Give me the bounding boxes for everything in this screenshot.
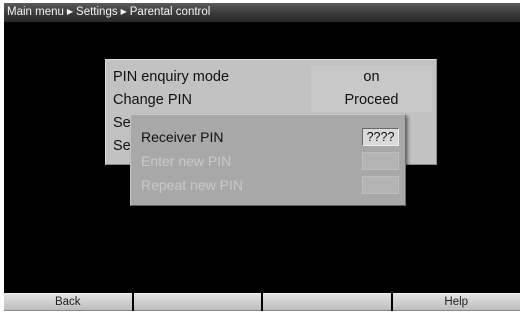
receiver-pin-row: Receiver PIN ???? [131,126,405,148]
breadcrumb-separator-icon: ▶ [66,7,74,16]
change-pin-dialog: Receiver PIN ???? Enter new PIN Repeat n… [130,114,406,206]
menu-item-value[interactable]: Proceed [311,89,432,112]
menu-item-value[interactable]: on [311,66,432,89]
breadcrumb-parental-control: Parental control [129,6,211,18]
menu-item-change-pin[interactable]: Change PIN Proceed [106,89,436,112]
menu-item-label: Se [113,115,131,131]
enter-new-pin-input [362,152,399,170]
tv-screen: Main menu ▶ Settings ▶ Parental control PIN … [4,3,520,311]
help-button[interactable]: Help [392,293,520,311]
repeat-new-pin-input [362,176,399,194]
breadcrumb: Main menu ▶ Settings ▶ Parental control [4,3,520,22]
enter-new-pin-row: Enter new PIN [131,150,405,172]
function-key-bar: Back Help [4,293,520,311]
receiver-pin-input[interactable]: ???? [362,128,399,146]
menu-item-pin-enquiry-mode[interactable]: PIN enquiry mode on [106,66,436,89]
breadcrumb-separator-icon: ▶ [120,7,127,16]
receiver-pin-label: Receiver PIN [141,129,224,145]
menu-item-label: Change PIN [113,92,192,108]
function-button-3[interactable] [263,293,391,311]
enter-new-pin-label: Enter new PIN [141,153,232,169]
back-button[interactable]: Back [4,293,132,311]
menu-item-label: PIN enquiry mode [113,69,230,85]
function-button-2[interactable] [133,293,261,311]
breadcrumb-main-menu[interactable]: Main menu [7,6,64,18]
menu-item-label: Se [113,138,131,154]
breadcrumb-settings[interactable]: Settings [76,6,118,18]
repeat-new-pin-row: Repeat new PIN [131,174,405,196]
repeat-new-pin-label: Repeat new PIN [141,177,243,193]
